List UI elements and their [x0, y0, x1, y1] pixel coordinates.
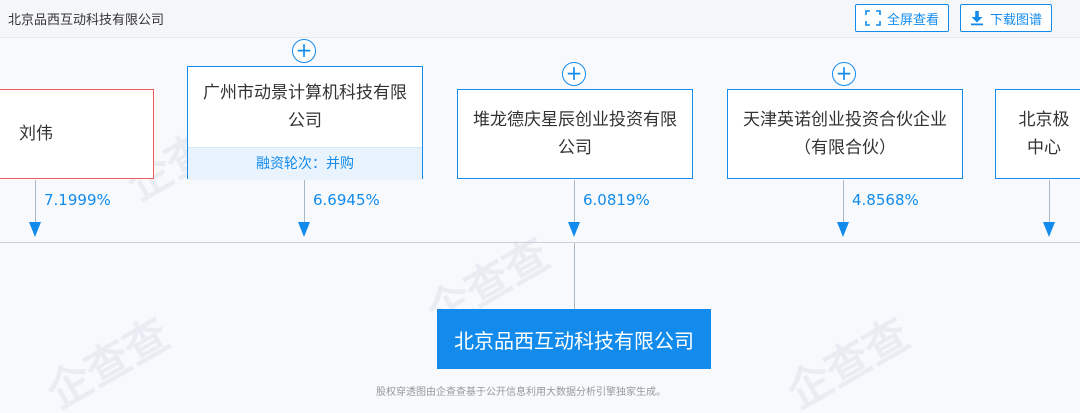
equity-chart-canvas[interactable]: 企查查 企查查 企查查 企查查 刘伟 + 广州市动景计算机科技有限公司 融资轮次… — [0, 38, 1080, 413]
shareholder-name: 北京极中心 — [1018, 110, 1070, 158]
expand-plus-icon[interactable]: + — [292, 39, 316, 63]
expand-icon — [865, 10, 881, 26]
ownership-percent: 6.6945% — [313, 191, 380, 209]
connector-line — [35, 180, 36, 222]
trunk-line — [574, 243, 575, 309]
shareholder-name: 广州市动景计算机科技有限公司 — [203, 83, 407, 131]
footnote: 股权穿透图由企查查基于公开信息利用大数据分析引擎独家生成。 — [376, 387, 666, 398]
connector-line — [304, 180, 305, 222]
financing-round-label: 融资轮次：并购 — [188, 147, 422, 180]
ownership-percent: 6.0819% — [583, 191, 650, 209]
connector-line — [574, 180, 575, 222]
connector-line — [843, 180, 844, 222]
shareholder-node[interactable]: 北京极中心 — [995, 89, 1080, 179]
expand-plus-icon[interactable]: + — [832, 62, 856, 86]
target-company-node[interactable]: 北京品西互动科技有限公司 — [437, 309, 711, 369]
shareholder-name: 天津英诺创业投资合伙企业（有限合伙） — [743, 110, 947, 158]
shareholder-node[interactable]: 刘伟 — [0, 89, 154, 179]
shareholder-node[interactable]: 堆龙德庆星辰创业投资有限公司 — [457, 89, 693, 179]
arrow-down-icon — [298, 222, 310, 237]
download-label: 下载图谱 — [990, 12, 1043, 28]
fullscreen-label: 全屏查看 — [887, 12, 940, 28]
watermark: 企查查 — [778, 308, 919, 413]
ownership-percent: 7.1999% — [44, 191, 111, 209]
download-icon — [970, 10, 984, 26]
page-title: 北京品西互动科技有限公司 — [8, 13, 165, 28]
arrow-down-icon — [1043, 222, 1055, 237]
expand-plus-icon[interactable]: + — [562, 62, 586, 86]
junction-line — [0, 242, 1080, 243]
download-button[interactable]: 下载图谱 — [960, 4, 1053, 32]
ownership-percent: 4.8568% — [852, 191, 919, 209]
arrow-down-icon — [568, 222, 580, 237]
shareholder-node[interactable]: 广州市动景计算机科技有限公司 融资轮次：并购 — [187, 66, 423, 180]
arrow-down-icon — [837, 222, 849, 237]
fullscreen-button[interactable]: 全屏查看 — [855, 4, 950, 32]
connector-line — [1049, 180, 1050, 222]
arrow-down-icon — [29, 222, 41, 237]
shareholder-node[interactable]: 天津英诺创业投资合伙企业（有限合伙） — [727, 89, 963, 179]
header-bar: 北京品西互动科技有限公司 全屏查看 下载图谱 — [0, 0, 1080, 38]
watermark: 企查查 — [38, 308, 179, 413]
shareholder-name: 堆龙德庆星辰创业投资有限公司 — [473, 110, 677, 158]
shareholder-name: 刘伟 — [19, 124, 53, 144]
